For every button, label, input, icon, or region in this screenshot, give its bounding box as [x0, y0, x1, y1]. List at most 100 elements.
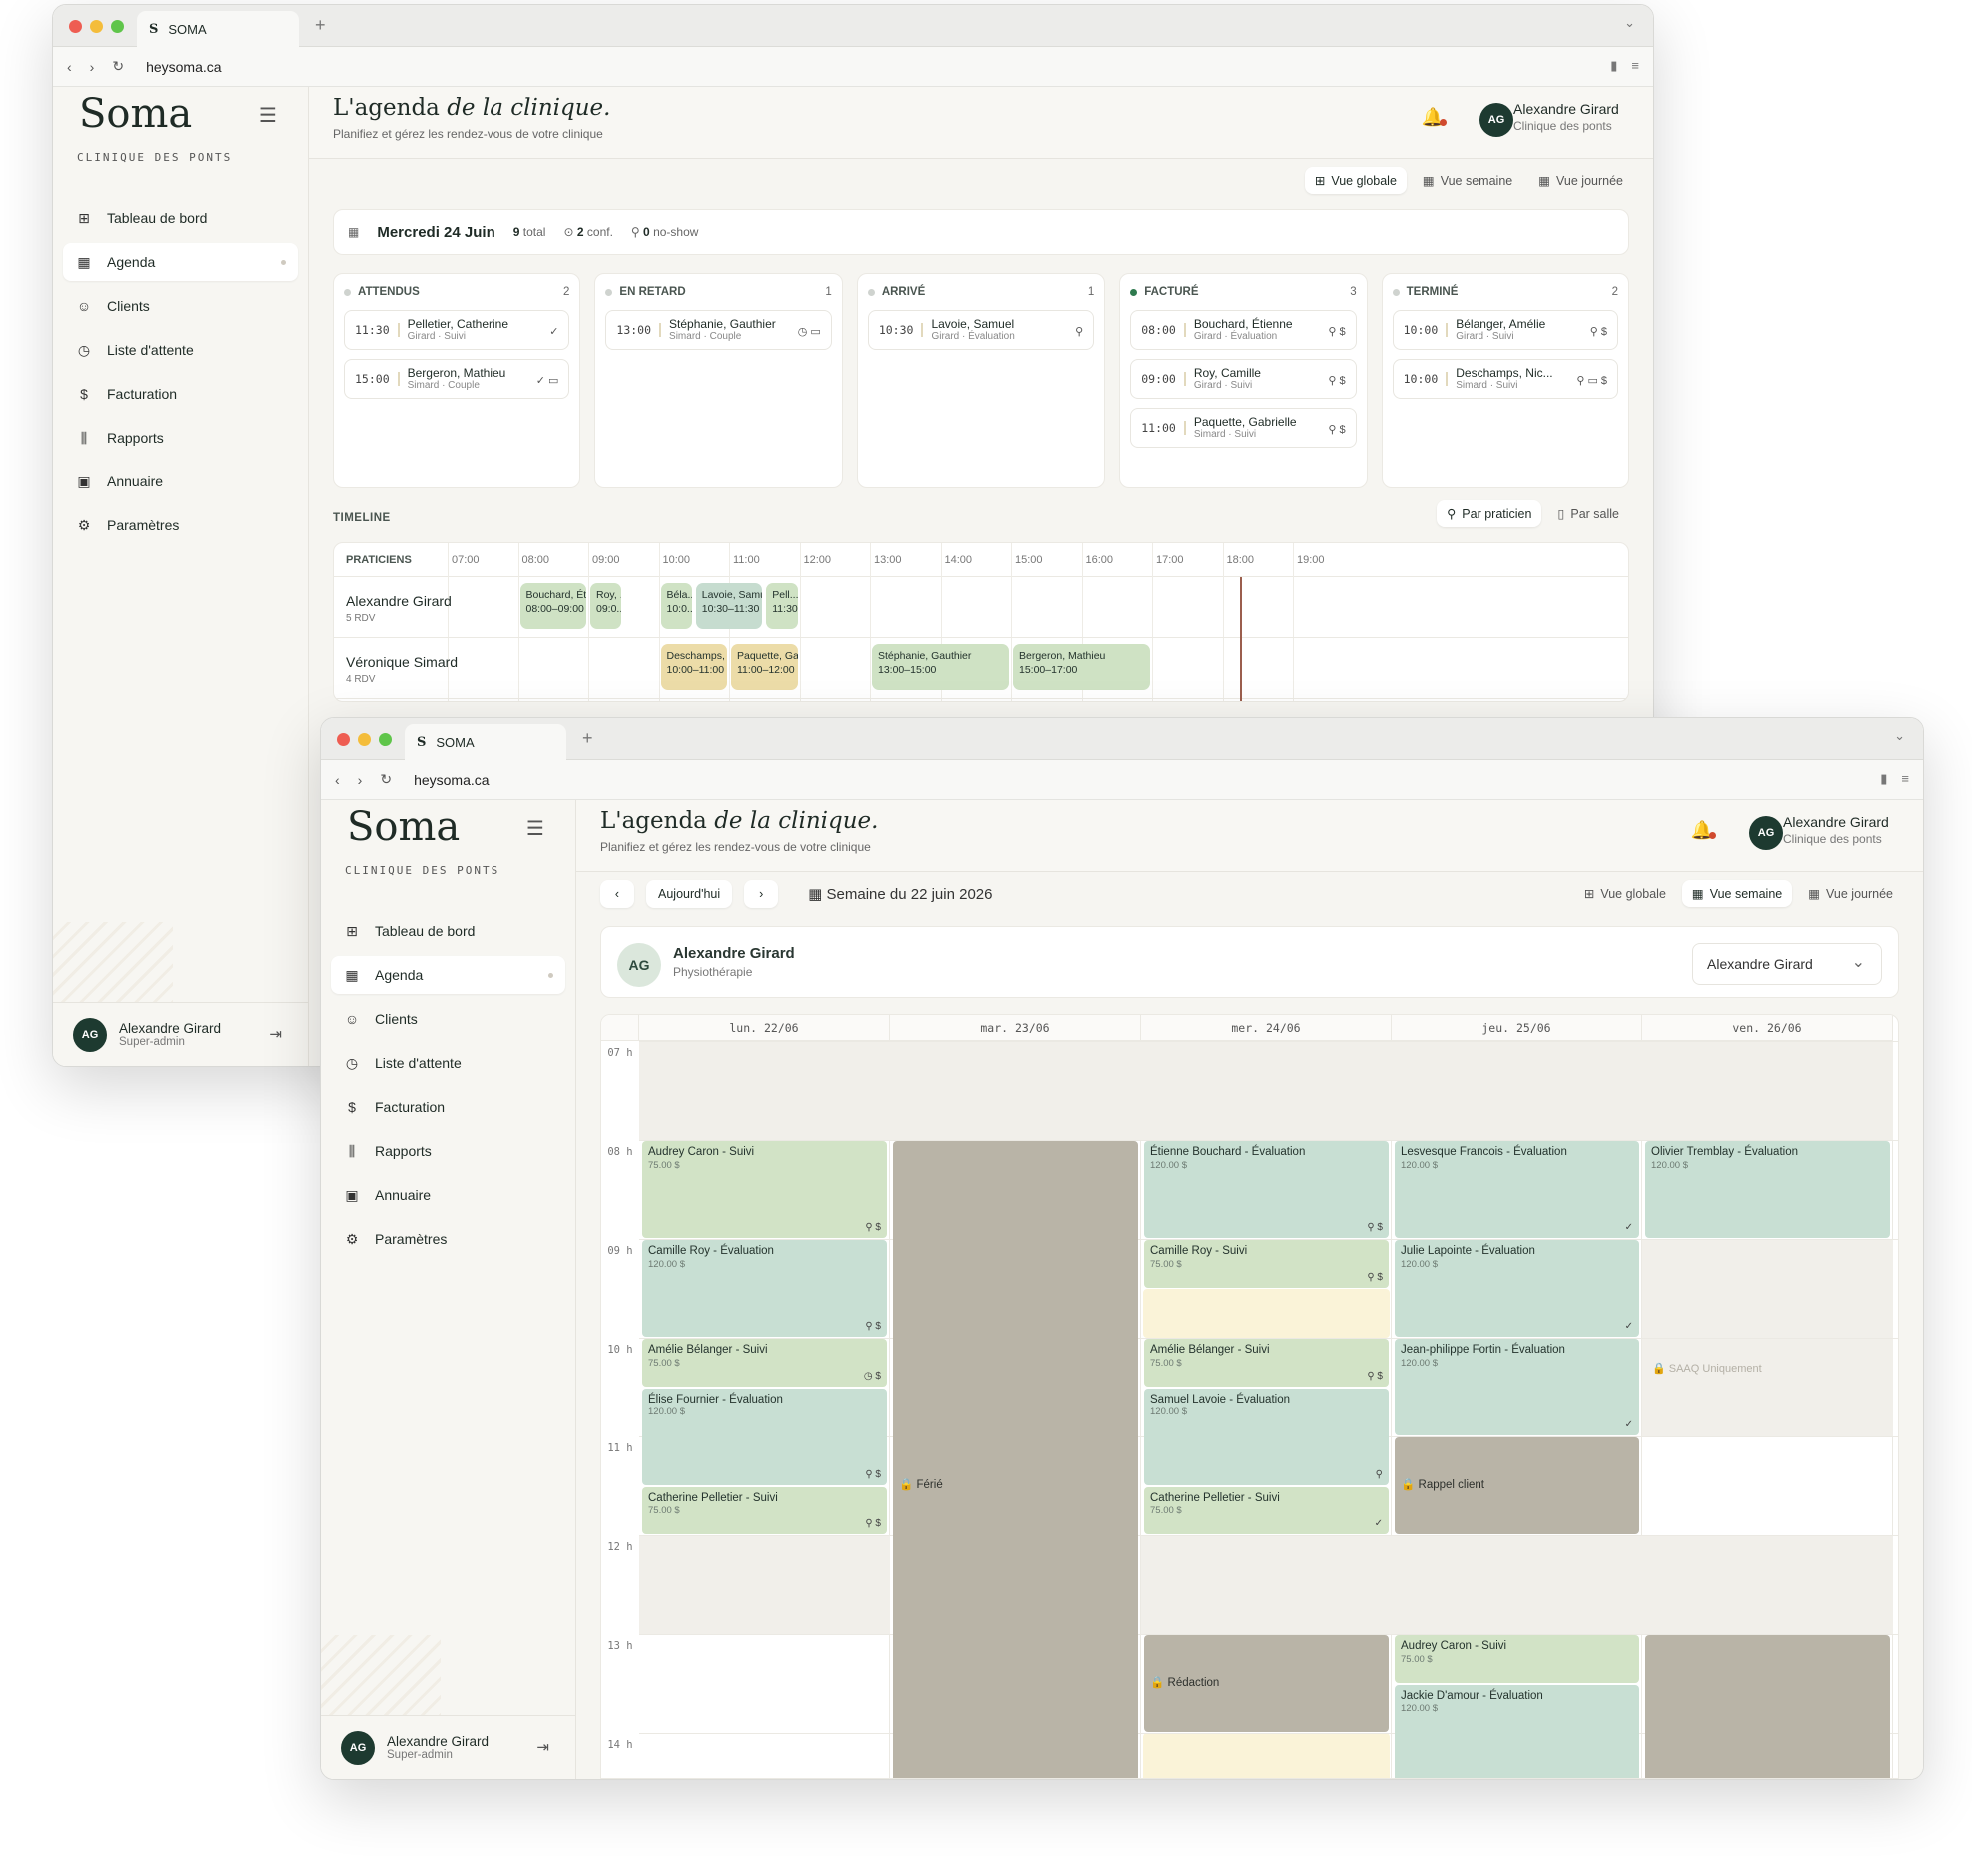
sidebar-item-facturation[interactable]: $ Facturation: [331, 1088, 565, 1126]
view-day-button[interactable]: ▦ Vue journée: [1798, 880, 1903, 907]
browser-tab[interactable]: S SOMA: [405, 724, 566, 760]
settings-sliders-icon[interactable]: ≡: [1901, 771, 1909, 787]
reload-icon[interactable]: ↻: [112, 58, 124, 75]
logout-icon[interactable]: ⇥: [536, 1738, 549, 1756]
view-global-button[interactable]: ⊞ Vue globale: [1574, 880, 1676, 907]
chevron-down-icon[interactable]: ⌄: [1624, 15, 1635, 31]
calendar-event[interactable]: Amélie Bélanger - Suivi 75.00 $ ⚲ $: [1144, 1339, 1389, 1387]
close-window-button[interactable]: [69, 20, 82, 33]
logout-icon[interactable]: ⇥: [269, 1025, 282, 1043]
close-window-button[interactable]: [337, 733, 350, 746]
minimize-window-button[interactable]: [358, 733, 371, 746]
sidebar-item-annuaire[interactable]: ▣ Annuaire: [63, 463, 298, 500]
sidebar-item-liste-d-attente[interactable]: ◷ Liste d'attente: [63, 331, 298, 369]
header-avatar[interactable]: AG: [1479, 103, 1513, 137]
url-text[interactable]: heysoma.ca: [414, 772, 489, 788]
chevron-down-icon[interactable]: ⌄: [1894, 728, 1905, 744]
maximize-window-button[interactable]: [379, 733, 392, 746]
appointment-card[interactable]: 11:30 Pelletier, Catherine Girard · Suivi ✓: [344, 310, 570, 350]
forward-icon[interactable]: ›: [358, 772, 363, 788]
page-header: L'agenda de la clinique. Planifiez et gé…: [576, 800, 1923, 872]
back-icon[interactable]: ‹: [335, 772, 340, 788]
sidebar-item-liste-d-attente[interactable]: ◷ Liste d'attente: [331, 1044, 565, 1082]
calendar-event[interactable]: Olivier Tremblay - Évaluation 120.00 $: [1645, 1141, 1890, 1238]
calendar-event[interactable]: Jean-philippe Fortin - Évaluation 120.00 …: [1395, 1339, 1639, 1435]
appointment-card[interactable]: 13:00 Stéphanie, Gauthier Simard · Couple ◷…: [605, 310, 832, 350]
by-room-button[interactable]: ▯ Par salle: [1547, 500, 1629, 527]
timeline-appointment[interactable]: Bouchard, Ét... 08:00–09:00: [519, 583, 586, 629]
calendar-event[interactable]: Jackie D'amour - Évaluation 120.00 $: [1395, 1684, 1639, 1778]
timeline-appointment[interactable]: Bergeron, Mathieu 15:00–17:00: [1013, 644, 1150, 690]
calendar-event[interactable]: Lesvesque Francois - Évaluation 120.00 $ ✓: [1395, 1141, 1639, 1238]
bookmark-icon[interactable]: ▮: [1880, 771, 1887, 787]
notification-bell-icon[interactable]: 🔔: [1691, 820, 1717, 841]
next-week-button[interactable]: ›: [744, 880, 779, 908]
appointment-card[interactable]: 10:00 Bélanger, Amélie Girard · Suivi ⚲ $: [1392, 310, 1619, 350]
timeline-appointment[interactable]: Paquette, Ga... 11:00–12:00: [731, 644, 798, 690]
view-global-button[interactable]: ⊞ Vue globale: [1304, 167, 1407, 194]
minimize-window-button[interactable]: [90, 20, 103, 33]
calendar-event[interactable]: Audrey Caron - Suivi 75.00 $: [1395, 1635, 1639, 1683]
sidebar-item-param-tres[interactable]: ⚙ Paramètres: [331, 1220, 565, 1258]
sidebar-item-annuaire[interactable]: ▣ Annuaire: [331, 1176, 565, 1214]
appointment-card[interactable]: 11:00 Paquette, Gabrielle Simard · Suivi ⚲ …: [1130, 408, 1357, 448]
appointment-card[interactable]: 10:30 Lavoie, Samuel Girard · Évaluation ⚲: [867, 310, 1095, 350]
sidebar-item-agenda[interactable]: ▦ Agenda: [331, 956, 565, 994]
calendar-event[interactable]: Camille Roy - Suivi 75.00 $ ⚲ $: [1144, 1240, 1389, 1288]
calendar-event[interactable]: Élise Fournier - Évaluation 120.00 $ ⚲ $: [642, 1388, 887, 1485]
notification-bell-icon[interactable]: 🔔: [1422, 107, 1448, 128]
practitioner-select[interactable]: Alexandre Girard: [1692, 943, 1882, 985]
timeline-appointment[interactable]: Stéphanie, Gauthier 13:00–15:00: [872, 644, 1009, 690]
timeline-appointment[interactable]: Béla... 10:0...: [660, 583, 692, 629]
calendar-event[interactable]: 🔒 Rédaction: [1144, 1635, 1389, 1732]
view-week-button[interactable]: ▦ Vue semaine: [1681, 880, 1793, 907]
appointment-card[interactable]: 09:00 Roy, Camille Girard · Suivi ⚲ $: [1130, 359, 1357, 399]
reload-icon[interactable]: ↻: [380, 771, 392, 788]
by-practitioner-button[interactable]: ⚲ Par praticien: [1437, 500, 1542, 527]
settings-sliders-icon[interactable]: ≡: [1631, 58, 1639, 74]
timeline-appointment[interactable]: Pell... 11:30...: [766, 583, 798, 629]
view-week-button[interactable]: ▦ Vue semaine: [1413, 167, 1522, 194]
calendar-event[interactable]: Audrey Caron - Suivi 75.00 $ ⚲ $: [642, 1141, 887, 1238]
sidebar-item-tableau-de-bord[interactable]: ⊞ Tableau de bord: [63, 199, 298, 237]
maximize-window-button[interactable]: [111, 20, 124, 33]
sidebar-item-clients[interactable]: ☺ Clients: [63, 287, 298, 325]
appointment-card[interactable]: 08:00 Bouchard, Étienne Girard · Évaluatio…: [1130, 310, 1357, 350]
sidebar-item-param-tres[interactable]: ⚙ Paramètres: [63, 506, 298, 544]
sidebar-item-tableau-de-bord[interactable]: ⊞ Tableau de bord: [331, 912, 565, 950]
menu-icon[interactable]: ☰: [526, 816, 544, 841]
timeline-appointment[interactable]: Roy, ... 09:0...: [590, 583, 622, 629]
sidebar-item-agenda[interactable]: ▦ Agenda: [63, 243, 298, 281]
calendar-event[interactable]: Julie Lapointe - Évaluation 120.00 $ ✓: [1395, 1240, 1639, 1337]
today-button[interactable]: Aujourd'hui: [646, 880, 733, 908]
calendar-event[interactable]: [1645, 1635, 1890, 1778]
back-icon[interactable]: ‹: [67, 59, 72, 75]
header-avatar[interactable]: AG: [1749, 816, 1783, 850]
calendar-event[interactable]: Catherine Pelletier - Suivi 75.00 $ ⚲ $: [642, 1486, 887, 1534]
calendar-event[interactable]: 🔒 Rappel client: [1395, 1437, 1639, 1534]
calendar-event[interactable]: Amélie Bélanger - Suivi 75.00 $ ◷ $: [642, 1339, 887, 1387]
menu-icon[interactable]: ☰: [259, 103, 277, 128]
prev-week-button[interactable]: ‹: [600, 880, 634, 908]
page-subtitle: Planifiez et gérez les rendez-vous de vo…: [600, 840, 871, 854]
url-text[interactable]: heysoma.ca: [146, 59, 221, 75]
view-day-button[interactable]: ▦ Vue journée: [1528, 167, 1633, 194]
calendar-event[interactable]: Samuel Lavoie - Évaluation 120.00 $ ⚲: [1144, 1388, 1389, 1485]
calendar-event[interactable]: Catherine Pelletier - Suivi 75.00 $ ✓: [1144, 1486, 1389, 1534]
new-tab-icon[interactable]: +: [315, 15, 326, 36]
timeline-appointment[interactable]: Deschamps, ... 10:00–11:00: [660, 644, 727, 690]
calendar-event[interactable]: Camille Roy - Évaluation 120.00 $ ⚲ $: [642, 1240, 887, 1337]
timeline-appointment[interactable]: Lavoie, Samu... 10:30–11:30: [695, 583, 763, 629]
sidebar-item-rapports[interactable]: ⫼ Rapports: [331, 1132, 565, 1170]
calendar-event[interactable]: Étienne Bouchard - Évaluation 120.00 $ ⚲ $: [1144, 1141, 1389, 1238]
sidebar-item-clients[interactable]: ☺ Clients: [331, 1000, 565, 1038]
calendar-event[interactable]: 🔒 Férié: [893, 1141, 1138, 1778]
appointment-card[interactable]: 15:00 Bergeron, Mathieu Simard · Couple ✓ ▭: [344, 359, 570, 399]
forward-icon[interactable]: ›: [90, 59, 95, 75]
sidebar-item-facturation[interactable]: $ Facturation: [63, 375, 298, 413]
new-tab-icon[interactable]: +: [582, 728, 593, 749]
bookmark-icon[interactable]: ▮: [1610, 58, 1617, 74]
appointment-card[interactable]: 10:00 Deschamps, Nic... Simard · Suivi ⚲ ▭ …: [1392, 359, 1619, 399]
sidebar-item-rapports[interactable]: ⫼ Rapports: [63, 419, 298, 457]
browser-tab[interactable]: S SOMA: [137, 11, 299, 47]
